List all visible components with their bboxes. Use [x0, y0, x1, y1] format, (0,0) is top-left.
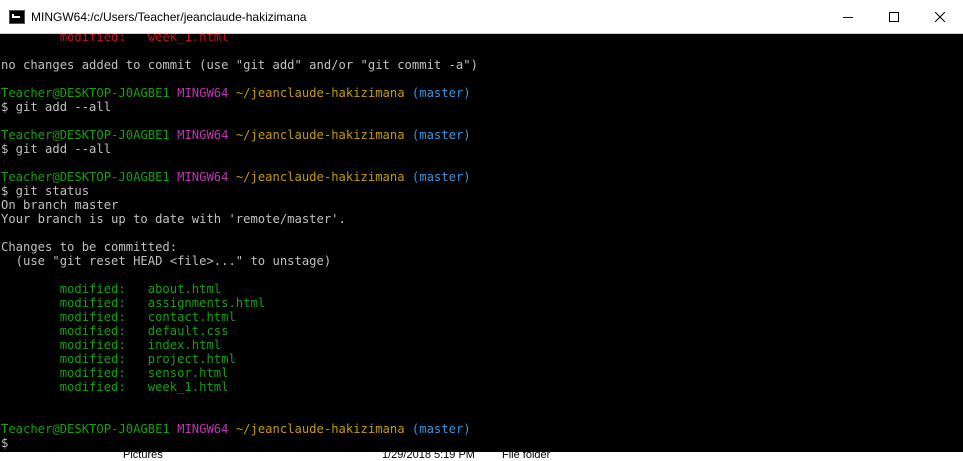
output-line: Changes to be committed:: [1, 240, 946, 254]
background-folder-type: File folder: [502, 452, 551, 461]
terminal-text-segment: Changes to be committed:: [1, 240, 178, 254]
terminal-text-segment: (use "git reset HEAD <file>..." to unsta…: [1, 254, 332, 268]
background-folder-date: 1/29/2018 5:19 PM: [382, 452, 475, 461]
command-line: $ git status: [1, 184, 946, 198]
staged-line: modified: week_1.html: [1, 380, 946, 394]
terminal-text-segment: Teacher@DESKTOP-J0AGBE1: [1, 422, 178, 436]
terminal-text-segment: (master): [411, 86, 471, 100]
terminal-text-segment: modified: week_1.html: [1, 34, 229, 44]
background-explorer-row: Pictures 1/29/2018 5:19 PM File folder: [0, 452, 963, 461]
terminal-text-segment: On branch master: [1, 198, 119, 212]
terminal-text-segment: ~/jeanclaude-hakizimana: [235, 86, 412, 100]
terminal-text-segment: Teacher@DESKTOP-J0AGBE1: [1, 128, 178, 142]
output-line: no changes added to commit (use "git add…: [1, 58, 946, 72]
terminal-text-segment: modified: index.html: [1, 338, 222, 352]
terminal-text-segment: (master): [411, 422, 471, 436]
terminal-text-segment: $: [1, 436, 9, 450]
terminal-output[interactable]: modified: week_1.htmlno changes added to…: [0, 34, 963, 461]
terminal-text-segment: modified: week_1.html: [1, 380, 229, 394]
terminal-text-segment: ~/jeanclaude-hakizimana: [235, 422, 412, 436]
terminal-text-segment: ~/jeanclaude-hakizimana: [235, 170, 412, 184]
command-line: $ git add --all: [1, 100, 946, 114]
terminal-text-segment: MINGW64: [177, 86, 236, 100]
terminal-text-segment: modified: default.css: [1, 324, 229, 338]
terminal-text-segment: modified: about.html: [1, 282, 222, 296]
terminal-text-segment: $ git add --all: [1, 100, 112, 114]
terminal-text-segment: MINGW64: [177, 128, 236, 142]
staged-line: modified: index.html: [1, 338, 946, 352]
staged-line: modified: project.html: [1, 352, 946, 366]
window-controls: [825, 0, 963, 34]
output-line: Your branch is up to date with 'remote/m…: [1, 212, 946, 226]
terminal-text-segment: ~/jeanclaude-hakizimana: [235, 128, 412, 142]
staged-line: modified: assignments.html: [1, 296, 946, 310]
terminal-app-icon: [9, 9, 25, 24]
title-bar[interactable]: MINGW64:/c/Users/Teacher/jeanclaude-haki…: [0, 0, 963, 34]
close-icon[interactable]: [917, 0, 963, 34]
terminal-text-segment: Teacher@DESKTOP-J0AGBE1: [1, 170, 178, 184]
staged-line: modified: about.html: [1, 282, 946, 296]
prompt-line: Teacher@DESKTOP-J0AGBE1 MINGW64 ~/jeancl…: [1, 170, 946, 184]
terminal-text-segment: (master): [411, 170, 471, 184]
terminal-lines: modified: week_1.htmlno changes added to…: [1, 34, 946, 450]
staged-line: modified: contact.html: [1, 310, 946, 324]
terminal-text-segment: modified: assignments.html: [1, 296, 266, 310]
prompt-line: Teacher@DESKTOP-J0AGBE1 MINGW64 ~/jeancl…: [1, 128, 946, 142]
output-line: (use "git reset HEAD <file>..." to unsta…: [1, 254, 946, 268]
terminal-text-segment: $ git status: [1, 184, 90, 198]
terminal-text-segment: (master): [411, 128, 471, 142]
terminal-text-segment: no changes added to commit (use "git add…: [1, 58, 478, 72]
terminal-text-segment: modified: sensor.html: [1, 366, 229, 380]
command-line: $ git add --all: [1, 142, 946, 156]
terminal-text-segment: modified: project.html: [1, 352, 236, 366]
terminal-text-segment: MINGW64: [177, 170, 236, 184]
maximize-icon[interactable]: [871, 0, 917, 34]
command-line: $: [1, 436, 946, 450]
staged-line: modified: default.css: [1, 324, 946, 338]
background-folder-name: Pictures: [123, 452, 163, 461]
minimize-icon[interactable]: [825, 0, 871, 34]
terminal-text-segment: Your branch is up to date with 'remote/m…: [1, 212, 346, 226]
terminal-text-segment: MINGW64: [177, 422, 236, 436]
prompt-line: Teacher@DESKTOP-J0AGBE1 MINGW64 ~/jeancl…: [1, 422, 946, 436]
terminal-text-segment: modified: contact.html: [1, 310, 236, 324]
terminal-text-segment: Teacher@DESKTOP-J0AGBE1: [1, 86, 178, 100]
terminal-scroll-area[interactable]: [946, 34, 963, 461]
prompt-line: Teacher@DESKTOP-J0AGBE1 MINGW64 ~/jeancl…: [1, 86, 946, 100]
window-title: MINGW64:/c/Users/Teacher/jeanclaude-haki…: [31, 9, 307, 24]
modified-line: modified: week_1.html: [1, 34, 946, 44]
staged-line: modified: sensor.html: [1, 366, 946, 380]
terminal-text-segment: $ git add --all: [1, 142, 112, 156]
output-line: On branch master: [1, 198, 946, 212]
